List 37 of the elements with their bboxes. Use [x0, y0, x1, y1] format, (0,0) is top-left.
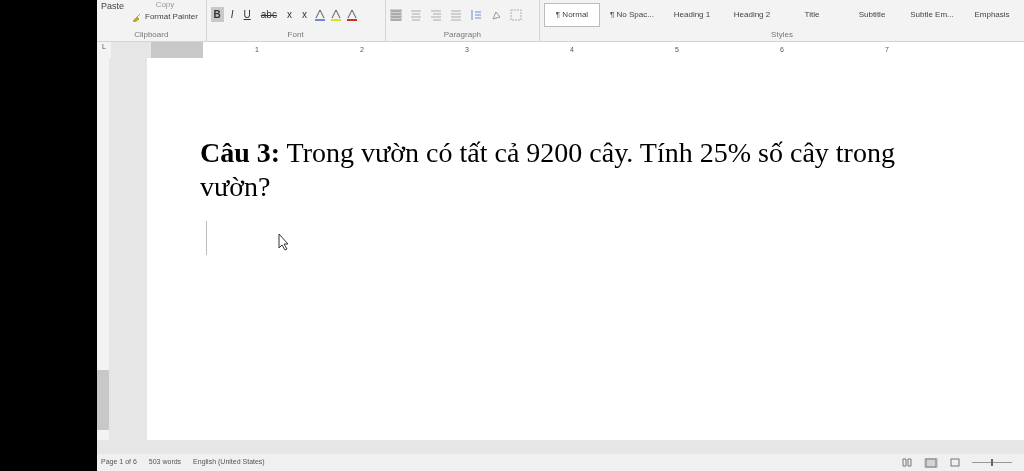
group-label: Styles [770, 29, 794, 41]
print-layout-icon[interactable] [924, 457, 938, 468]
brush-icon [132, 12, 141, 22]
read-mode-icon[interactable] [902, 458, 912, 467]
strike-button[interactable]: abc [257, 7, 280, 22]
style-item[interactable]: ¶ Normal [544, 2, 600, 27]
text-cursor [206, 221, 207, 255]
italic-button[interactable]: I [227, 7, 237, 22]
style-item[interactable]: ¶ No Spac... [604, 2, 660, 27]
question-text: Câu 3: Trong vườn có tất cả 9200 cây. Tính 25% số cây trong vườn? [200, 136, 896, 204]
style-item[interactable]: Subtitle [844, 2, 900, 27]
format-painter-button[interactable]: Format Painter [145, 11, 198, 23]
font-color-icon[interactable] [345, 8, 358, 21]
paste-button[interactable]: Paste [101, 0, 124, 14]
sup-button[interactable]: x [298, 7, 310, 22]
mouse-pointer-icon [278, 233, 289, 251]
sub-button[interactable]: x [283, 7, 295, 22]
highlight-icon[interactable] [329, 8, 342, 21]
group-label: Paragraph [442, 29, 483, 41]
align-left-icon[interactable] [389, 8, 402, 21]
style-item[interactable]: Heading 2 [724, 2, 780, 27]
borders-icon[interactable] [509, 8, 522, 21]
style-item[interactable]: Emphasis [964, 2, 1020, 27]
line-spacing-icon[interactable] [469, 8, 482, 21]
group-label: Font [286, 29, 305, 41]
align-right-icon[interactable] [429, 8, 442, 21]
underline-button[interactable]: U [240, 7, 254, 22]
web-layout-icon[interactable] [950, 458, 960, 467]
text-color-icon[interactable] [313, 8, 326, 21]
group-label: Clipboard [133, 29, 170, 41]
style-item[interactable]: Subtle Em... [904, 2, 960, 27]
bold-button[interactable]: B [210, 7, 224, 22]
zoom-slider[interactable] [972, 459, 1012, 466]
style-item[interactable]: Title [784, 2, 840, 27]
style-item[interactable]: Heading 1 [664, 2, 720, 27]
justify-icon[interactable] [449, 8, 462, 21]
align-center-icon[interactable] [409, 8, 422, 21]
